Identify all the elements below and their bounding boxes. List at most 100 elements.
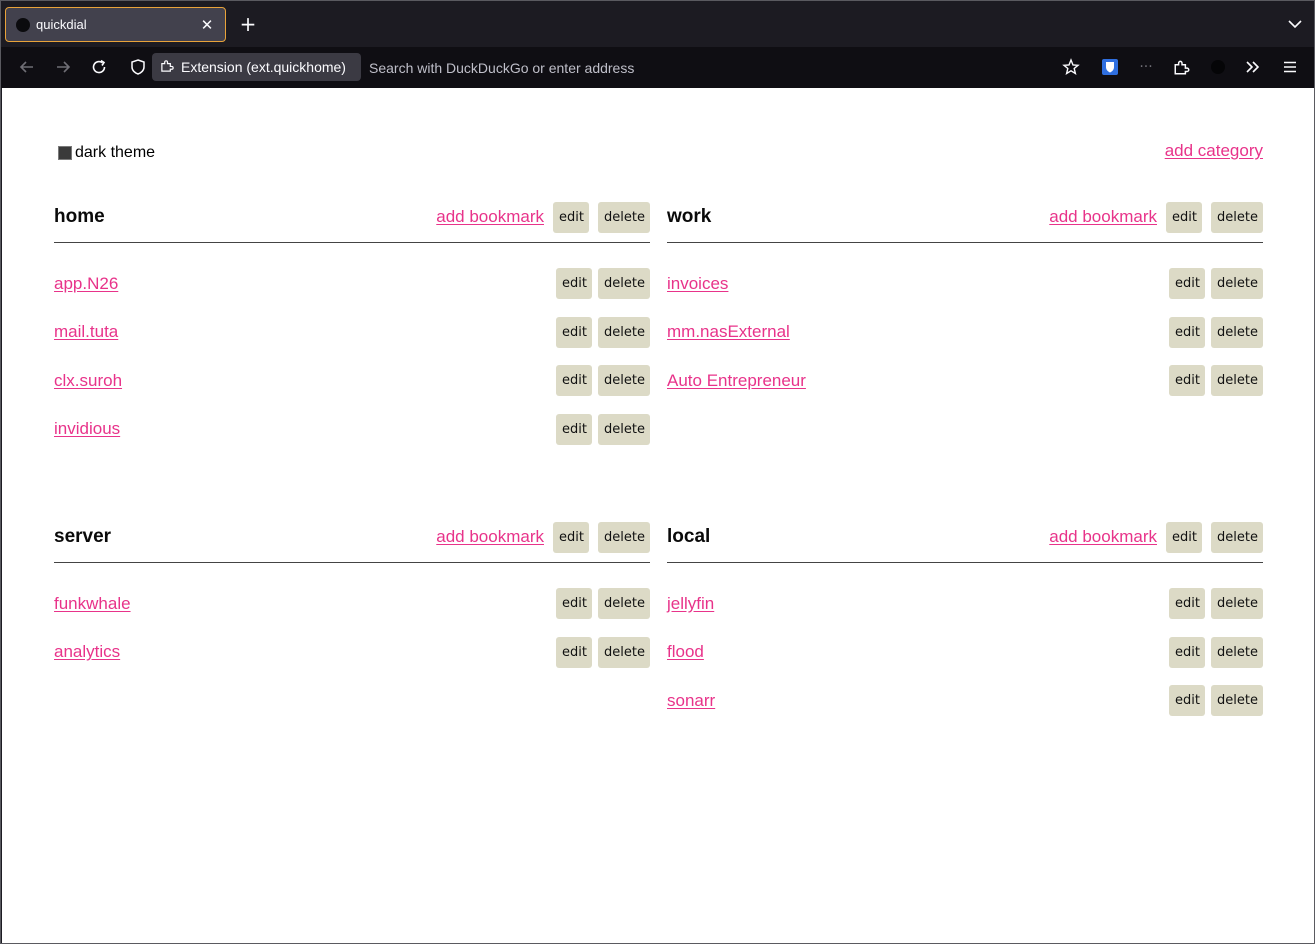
add-bookmark-link[interactable]: add bookmark	[436, 527, 544, 547]
hamburger-menu-icon[interactable]	[1280, 57, 1300, 77]
bookmark-actions: edit delete	[1169, 365, 1263, 396]
edit-bookmark-button[interactable]: edit	[556, 365, 592, 396]
shield-icon[interactable]	[128, 57, 148, 77]
category-actions: add bookmark edit delete	[1049, 521, 1263, 553]
delete-bookmark-button[interactable]: delete	[598, 413, 650, 445]
bookmark-actions: edit delete	[556, 268, 650, 299]
dark-theme-label: dark theme	[75, 144, 156, 161]
delete-bookmark-button[interactable]: delete	[598, 365, 650, 396]
bookmark-row: flood edit delete	[667, 636, 1263, 668]
category-title: work	[667, 206, 712, 227]
edit-bookmark-button[interactable]: edit	[556, 588, 592, 619]
tab-favicon-icon	[16, 17, 30, 32]
category-header: work add bookmark edit delete	[667, 194, 1263, 243]
edit-bookmark-button[interactable]: edit	[1169, 685, 1205, 716]
edit-bookmark-button[interactable]: edit	[556, 636, 592, 668]
delete-bookmark-button[interactable]: delete	[598, 636, 650, 668]
category-title: home	[54, 206, 105, 227]
delete-category-button[interactable]: delete	[1211, 521, 1263, 553]
delete-bookmark-button[interactable]: delete	[1211, 685, 1263, 716]
reload-icon[interactable]	[89, 57, 109, 77]
category-title: server	[54, 526, 112, 547]
edit-bookmark-button[interactable]: edit	[1169, 636, 1205, 668]
bookmark-link[interactable]: invoices	[667, 274, 728, 294]
delete-category-button[interactable]: delete	[1211, 201, 1263, 233]
dark-theme-toggle[interactable]: dark theme	[58, 144, 155, 162]
edit-bookmark-button[interactable]: edit	[556, 316, 592, 348]
add-bookmark-link[interactable]: add bookmark	[1049, 207, 1157, 227]
forward-arrow-icon[interactable]	[53, 57, 73, 77]
overflow-dots-icon[interactable]: ···	[1136, 57, 1156, 77]
site-identity-label: Extension (ext.quickhome)	[181, 59, 346, 75]
delete-bookmark-button[interactable]: delete	[598, 316, 650, 348]
bookmark-link[interactable]: jellyfin	[667, 594, 714, 614]
bookmark-actions: edit delete	[556, 365, 650, 396]
address-bar-input[interactable]	[369, 56, 1009, 80]
edit-category-button[interactable]: edit	[553, 521, 589, 553]
edit-bookmark-button[interactable]: edit	[1169, 316, 1205, 348]
bookmark-link[interactable]: flood	[667, 642, 704, 662]
edit-category-button[interactable]: edit	[1166, 521, 1202, 553]
account-circle-icon[interactable]	[1208, 57, 1228, 77]
add-category-link[interactable]: add category	[1165, 141, 1263, 161]
bookmark-row: analytics edit delete	[54, 636, 650, 668]
new-tab-icon[interactable]: +	[237, 13, 259, 35]
add-bookmark-link[interactable]: add bookmark	[1049, 527, 1157, 547]
bookmark-link[interactable]: sonarr	[667, 691, 715, 711]
extensions-puzzle-icon[interactable]	[1172, 57, 1192, 77]
bookmark-list: funkwhale edit delete analytics edit delete	[54, 563, 650, 668]
bitwarden-extension-icon[interactable]	[1100, 57, 1120, 77]
navigation-toolbar: Extension (ext.quickhome) ···	[1, 47, 1314, 88]
edit-category-button[interactable]: edit	[1166, 201, 1202, 233]
chevron-down-icon[interactable]	[1286, 15, 1304, 33]
bookmark-row: mm.nasExternal edit delete	[667, 316, 1263, 348]
edit-bookmark-button[interactable]: edit	[556, 268, 592, 299]
edit-category-button[interactable]: edit	[553, 201, 589, 233]
delete-category-button[interactable]: delete	[598, 521, 650, 553]
bookmark-link[interactable]: mail.tuta	[54, 322, 118, 342]
bookmark-list: jellyfin edit delete flood edit delete sonarr e…	[667, 563, 1263, 716]
bookmark-link[interactable]: analytics	[54, 642, 120, 662]
edit-bookmark-button[interactable]: edit	[1169, 268, 1205, 299]
edit-bookmark-button[interactable]: edit	[1169, 365, 1205, 396]
tab-close-icon[interactable]: ✕	[199, 16, 215, 34]
delete-bookmark-button[interactable]: delete	[1211, 268, 1263, 299]
bookmark-link[interactable]: mm.nasExternal	[667, 322, 790, 342]
bookmark-actions: edit delete	[556, 588, 650, 619]
bookmark-link[interactable]: Auto Entrepreneur	[667, 371, 806, 391]
delete-bookmark-button[interactable]: delete	[598, 588, 650, 619]
site-identity-button[interactable]: Extension (ext.quickhome)	[152, 53, 361, 81]
bookmark-row: sonarr edit delete	[667, 685, 1263, 716]
bookmark-link[interactable]: funkwhale	[54, 594, 131, 614]
bookmark-link[interactable]: invidious	[54, 419, 120, 439]
delete-bookmark-button[interactable]: delete	[598, 268, 650, 299]
bookmark-link[interactable]: clx.suroh	[54, 371, 122, 391]
edit-bookmark-button[interactable]: edit	[1169, 588, 1205, 619]
back-arrow-icon[interactable]	[17, 57, 37, 77]
bookmark-star-icon[interactable]	[1061, 57, 1081, 77]
delete-category-button[interactable]: delete	[598, 201, 650, 233]
bookmark-actions: edit delete	[556, 636, 650, 668]
delete-bookmark-button[interactable]: delete	[1211, 588, 1263, 619]
delete-bookmark-button[interactable]: delete	[1211, 636, 1263, 668]
delete-bookmark-button[interactable]: delete	[1211, 365, 1263, 396]
dark-theme-checkbox[interactable]	[58, 146, 72, 160]
category-header: local add bookmark edit delete	[667, 514, 1263, 563]
category-home: home add bookmark edit delete app.N26 edit del…	[54, 194, 650, 462]
category-header: server add bookmark edit delete	[54, 514, 650, 563]
bookmark-row: invoices edit delete	[667, 268, 1263, 299]
bookmark-link[interactable]: app.N26	[54, 274, 118, 294]
bookmark-row: invidious edit delete	[54, 413, 650, 445]
tab-title: quickdial	[36, 17, 87, 32]
bookmark-row: jellyfin edit delete	[667, 588, 1263, 619]
category-actions: add bookmark edit delete	[436, 201, 650, 233]
bookmark-list: app.N26 edit delete mail.tuta edit delete clx.…	[54, 243, 650, 445]
category-work: work add bookmark edit delete invoices edit de…	[667, 194, 1263, 462]
delete-bookmark-button[interactable]: delete	[1211, 316, 1263, 348]
add-bookmark-link[interactable]: add bookmark	[436, 207, 544, 227]
edit-bookmark-button[interactable]: edit	[556, 413, 592, 445]
bookmark-row: clx.suroh edit delete	[54, 365, 650, 396]
double-chevron-right-icon[interactable]	[1243, 57, 1263, 77]
tab-quickdial[interactable]: quickdial ✕	[5, 7, 226, 42]
category-local: local add bookmark edit delete jellyfin edit d…	[667, 514, 1263, 734]
